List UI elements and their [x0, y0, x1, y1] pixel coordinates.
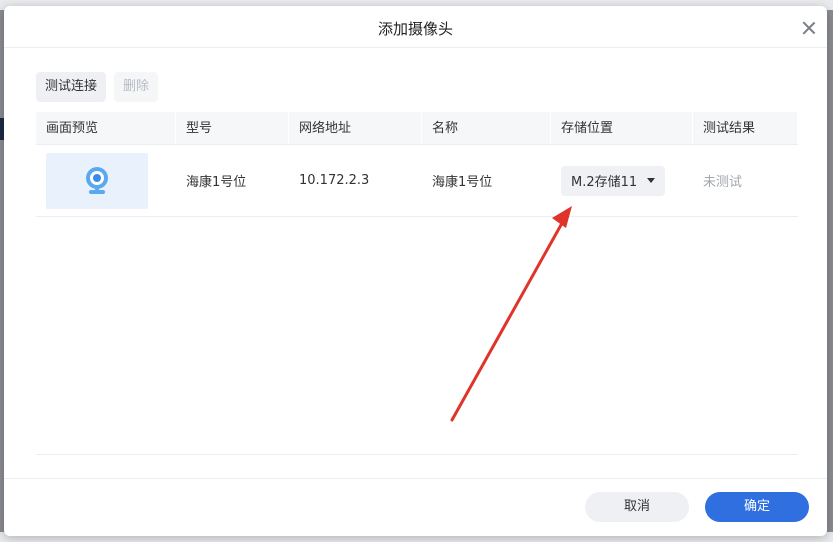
cell-result: 未测试 [703, 175, 743, 190]
storage-select-value: M.2存储11 [571, 175, 638, 190]
footer-divider [4, 478, 827, 479]
ok-button[interactable]: 确定 [705, 492, 809, 522]
header-result: 测试结果 [693, 112, 798, 144]
cell-name: 海康1号位 [432, 175, 493, 190]
cell-address: 10.172.2.3 [299, 173, 370, 188]
cell-preview [36, 152, 176, 209]
header-address: 网络地址 [289, 112, 422, 144]
caret-down-icon [647, 178, 656, 183]
camera-icon [86, 166, 108, 194]
table-bottom-divider [36, 454, 798, 455]
storage-select[interactable]: M.2存储11 [561, 165, 666, 196]
camera-preview [46, 152, 148, 209]
dialog-footer: 取消 确定 [585, 492, 809, 522]
camera-table: 画面预览 型号 网络地址 名称 存储位置 测试结果 海康1号位 10.172.2… [36, 112, 798, 217]
delete-button[interactable]: 删除 [114, 72, 159, 102]
header-model: 型号 [176, 112, 289, 144]
dialog-header: 添加摄像头 [4, 6, 827, 48]
header-name: 名称 [422, 112, 551, 144]
table-row: 海康1号位 10.172.2.3 海康1号位 M.2存储11 未测试 [36, 145, 798, 217]
cell-storage: M.2存储11 [551, 165, 693, 196]
cell-model: 海康1号位 [186, 175, 247, 190]
dialog-title: 添加摄像头 [377, 20, 453, 38]
table-header: 画面预览 型号 网络地址 名称 存储位置 测试结果 [36, 112, 798, 145]
header-storage: 存储位置 [551, 112, 693, 144]
toolbar: 测试连接 删除 [36, 72, 159, 102]
add-camera-dialog: 添加摄像头 测试连接 删除 画面预览 型号 网络地址 名称 存储位置 测试结果 [4, 6, 827, 536]
close-icon[interactable] [801, 20, 817, 36]
header-preview: 画面预览 [36, 112, 176, 144]
test-connection-button[interactable]: 测试连接 [36, 72, 107, 102]
cancel-button[interactable]: 取消 [585, 492, 689, 522]
